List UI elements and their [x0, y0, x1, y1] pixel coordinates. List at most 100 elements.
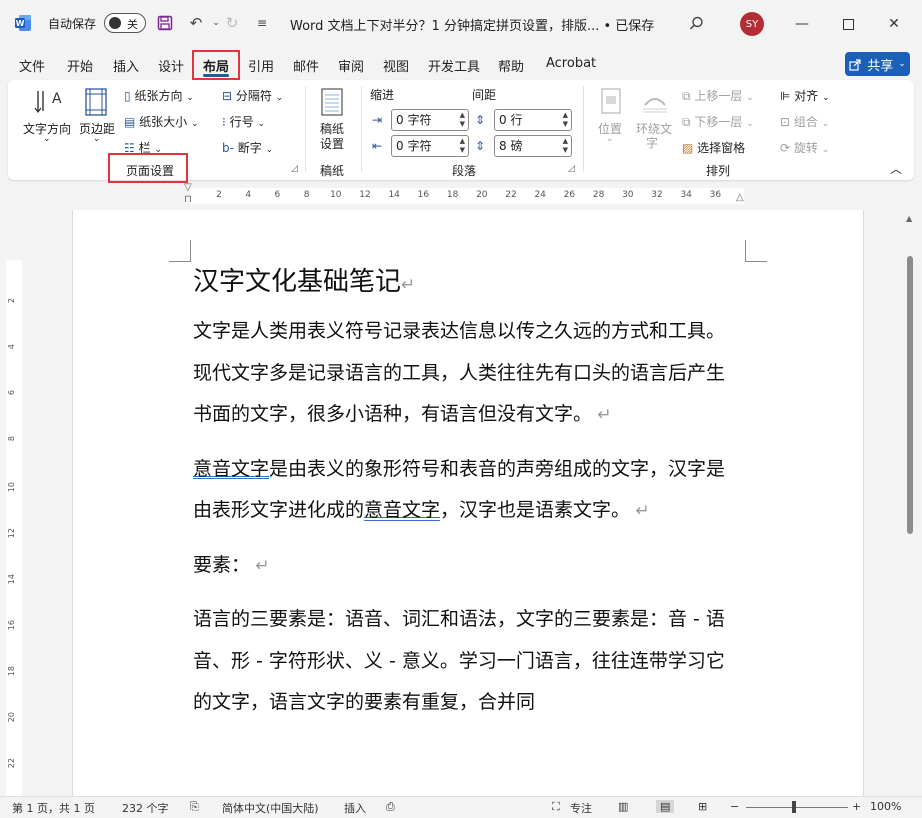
tab-view[interactable]: 视图 [383, 56, 409, 75]
tab-help[interactable]: 帮助 [498, 56, 524, 75]
hyphenation-dropdown-icon: ⌄ [265, 145, 274, 155]
customize-toolbar-icon[interactable]: ≡ [252, 13, 272, 33]
first-line-indent-marker-icon[interactable]: ▽ [184, 182, 192, 193]
tab-references[interactable]: 引用 [248, 56, 274, 75]
doc-paragraph[interactable]: 文字是人类用表义符号记录表达信息以传之久远的方式和工具。现代文字多是记录语言的工… [193, 311, 729, 437]
collapse-ribbon-icon[interactable]: ︿ [890, 160, 902, 177]
orientation-button[interactable]: ▯ 纸张方向 ⌄ [124, 87, 194, 104]
ruler-tick-label: 14 [7, 574, 16, 585]
tab-home[interactable]: 开始 [67, 56, 93, 75]
align-button[interactable]: ⊫ 对齐 ⌄ [780, 87, 830, 104]
hyphenation-button[interactable]: b‑ 断字 ⌄ [222, 139, 273, 156]
tab-acrobat[interactable]: Acrobat [546, 56, 596, 71]
zoom-slider[interactable] [746, 807, 848, 808]
tab-design[interactable]: 设计 [158, 56, 184, 75]
autosave-toggle[interactable]: 关 [104, 13, 146, 33]
print-layout-icon[interactable]: ▤ [656, 800, 675, 813]
doc-paragraph[interactable]: 意音文字是由表义的象形符号和表音的声旁组成的文字，汉字是由表形文字进化成的意音文… [193, 449, 729, 533]
ruler-tick-label: 10 [7, 482, 16, 493]
focus-mode[interactable]: 专注 [570, 800, 592, 816]
accessibility-icon[interactable]: ⎙ [386, 800, 395, 814]
align-dropdown-icon: ⌄ [822, 93, 830, 103]
zoom-level[interactable]: 100% [870, 800, 901, 813]
close-icon[interactable]: ✕ [880, 10, 908, 38]
ruler-tick-label: 2 [7, 298, 16, 304]
size-dropdown-icon: ⌄ [191, 119, 199, 129]
document-body[interactable]: 汉字文化基础笔记↵ 文字是人类用表义符号记录表达信息以传之久远的方式和工具。现代… [193, 262, 729, 736]
indent-left-input[interactable]: 0 字符 ▲ ▼ [391, 109, 469, 131]
share-button[interactable]: 共享 ⌄ [845, 52, 910, 76]
ruler-tick-label: 20 [476, 190, 488, 200]
doc-heading-text: 汉字文化基础笔记 [193, 267, 402, 297]
underlined-term: 意音文字 [193, 457, 270, 480]
wrap-text-icon [640, 86, 670, 116]
spin-arrows-icon[interactable]: ▲ ▼ [460, 111, 465, 129]
manuscript-button-line2[interactable]: 设置 [320, 135, 344, 152]
hanging-indent-marker-icon[interactable]: ⊓ [184, 194, 192, 205]
doc-heading[interactable]: 汉字文化基础笔记↵ [193, 262, 729, 305]
word-count[interactable]: 232 个字 [122, 800, 169, 816]
rotate-button[interactable]: ⟳ 旋转 ⌄ [780, 139, 829, 156]
proofing-icon[interactable]: ⎘ [190, 800, 199, 814]
doc-paragraph[interactable]: 语言的三要素是：语音、词汇和语法，文字的三要素是：音 - 语音、形 - 字符形状… [193, 599, 729, 724]
redo-icon[interactable]: ↻ [222, 13, 242, 33]
line-numbers-button[interactable]: ⁝ 行号 ⌄ [222, 113, 265, 130]
minimize-icon[interactable]: — [788, 10, 816, 38]
document-page[interactable]: 汉字文化基础笔记↵ 文字是人类用表义符号记录表达信息以传之久远的方式和工具。现代… [72, 210, 864, 798]
undo-icon[interactable]: ↶ [186, 13, 206, 33]
breaks-button[interactable]: ⊟ 分隔符 ⌄ [222, 87, 283, 104]
selection-pane-button[interactable]: ▨ 选择窗格 [682, 139, 745, 156]
right-indent-marker-icon[interactable]: △ [736, 192, 744, 203]
spin-arrows-icon[interactable]: ▲ ▼ [563, 137, 568, 155]
text-direction-dropdown-icon[interactable]: ⌄ [43, 134, 51, 144]
size-button[interactable]: ▤ 纸张大小 ⌄ [124, 113, 199, 130]
tab-mailings[interactable]: 邮件 [293, 56, 319, 75]
margins-dropdown-icon[interactable]: ⌄ [93, 134, 101, 144]
position-dropdown-icon[interactable]: ⌄ [606, 134, 614, 144]
maximize-icon[interactable] [834, 10, 862, 38]
send-backward-dropdown-icon: ⌄ [746, 119, 754, 129]
page-count[interactable]: 第 1 页，共 1 页 [12, 800, 95, 816]
selection-pane-icon: ▨ [682, 141, 694, 155]
crop-mark [745, 240, 767, 262]
zoom-in-icon[interactable]: + [852, 800, 861, 813]
zoom-out-icon[interactable]: − [730, 800, 739, 813]
doc-paragraph[interactable]: 要素： ↵ [193, 545, 729, 588]
size-label: 纸张大小 [139, 115, 188, 129]
paragraph-group-label: 段落 [452, 164, 477, 178]
save-icon[interactable] [155, 13, 175, 33]
ruler-tick-label: 24 [534, 190, 546, 200]
page-setup-dialog-launcher-icon[interactable]: ◿ [291, 164, 298, 174]
web-layout-icon[interactable]: ⊞ [698, 800, 707, 813]
horizontal-ruler[interactable]: ▽ ⊓ △ 2 4 6 8 10 12 14 16 18 20 22 24 26 28 30 32 34 36 [72, 182, 864, 208]
insert-mode[interactable]: 插入 [344, 800, 366, 816]
spin-arrows-icon[interactable]: ▲ ▼ [460, 137, 465, 155]
paragraph-mark-icon: ↵ [401, 275, 416, 295]
search-icon[interactable] [686, 13, 706, 33]
spacing-after-input[interactable]: 8 磅 ▲ ▼ [494, 135, 572, 157]
group-objects-button[interactable]: ⊡ 组合 ⌄ [780, 113, 829, 130]
tab-review[interactable]: 审阅 [338, 56, 364, 75]
scroll-up-icon[interactable]: ▲ [906, 214, 912, 223]
tab-developer[interactable]: 开发工具 [428, 56, 480, 75]
line-numbers-icon: ⁝ [222, 115, 226, 129]
focus-icon[interactable]: ⛶ [552, 800, 560, 814]
scroll-thumb[interactable] [907, 256, 913, 534]
zoom-slider-thumb[interactable] [792, 801, 796, 813]
text-direction-icon: A [32, 86, 62, 118]
read-mode-icon[interactable]: ▥ [618, 800, 628, 813]
vertical-ruler[interactable]: 24681012141618202224 [0, 208, 30, 814]
user-avatar[interactable]: SY [740, 12, 764, 36]
bring-forward-button[interactable]: ⧉ 上移一层 ⌄ [682, 87, 754, 104]
tab-file[interactable]: 文件 [19, 56, 45, 75]
wrap-text-button-line2[interactable]: 字 [646, 134, 658, 151]
document-title[interactable]: Word 文档上下对半分？1 分钟搞定拼页设置，排版... • 已保存 [290, 15, 654, 34]
language-indicator[interactable]: 简体中文(中国大陆) [222, 800, 319, 816]
paragraph-dialog-launcher-icon[interactable]: ◿ [568, 164, 575, 174]
indent-right-input[interactable]: 0 字符 ▲ ▼ [391, 135, 469, 157]
tab-insert[interactable]: 插入 [113, 56, 139, 75]
spin-arrows-icon[interactable]: ▲ ▼ [563, 111, 568, 129]
spacing-before-input[interactable]: 0 行 ▲ ▼ [494, 109, 572, 131]
vertical-scrollbar[interactable]: ▲ [904, 214, 916, 792]
send-backward-button[interactable]: ⧉ 下移一层 ⌄ [682, 113, 754, 130]
